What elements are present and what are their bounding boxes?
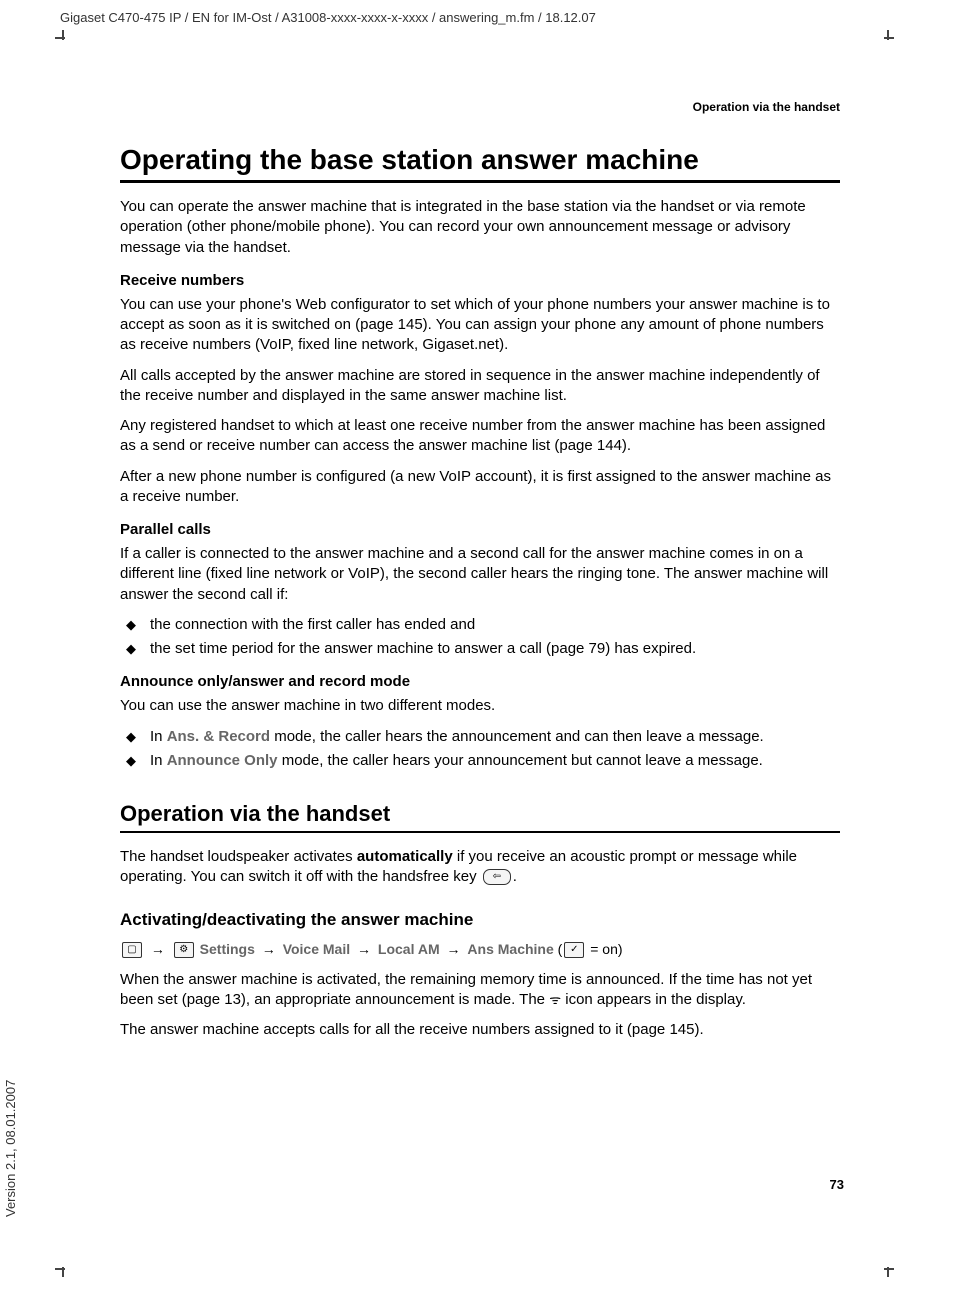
text: mode, the caller hears your announcement… <box>278 752 763 769</box>
menu-item: Settings <box>200 941 255 957</box>
paragraph: You can use the answer machine in two di… <box>120 696 840 716</box>
list-item: In Ans. & Record mode, the caller hears … <box>120 727 840 747</box>
paragraph: The handset loudspeaker activates automa… <box>120 847 840 888</box>
version-label: Version 2.1, 08.01.2007 <box>3 1080 18 1217</box>
list-item: the connection with the first caller has… <box>120 615 840 635</box>
text: = on) <box>586 941 622 957</box>
text: In <box>150 728 167 745</box>
menu-item: Ans Machine <box>467 941 553 957</box>
crop-mark <box>884 1268 894 1270</box>
text: ( <box>558 941 563 957</box>
menu-item: Voice Mail <box>283 941 350 957</box>
mode-label: Announce Only <box>167 752 278 769</box>
heading-3: Activating/deactivating the answer machi… <box>120 910 840 930</box>
running-header: Operation via the handset <box>120 100 840 114</box>
text: The handset loudspeaker activates <box>120 848 357 865</box>
heading-rule <box>120 831 840 833</box>
subhead-receive-numbers: Receive numbers <box>120 272 840 289</box>
menu-navigation: ▢ → ⚙ Settings → Voice Mail → Local AM →… <box>120 938 840 960</box>
subhead-parallel-calls: Parallel calls <box>120 521 840 538</box>
paragraph: You can use your phone's Web configurato… <box>120 295 840 356</box>
mode-label: Ans. & Record <box>167 728 270 745</box>
paragraph: After a new phone number is configured (… <box>120 467 840 508</box>
crop-mark <box>884 37 894 39</box>
list-item: the set time period for the answer machi… <box>120 639 840 659</box>
checkmark-icon: ✓ <box>564 942 584 958</box>
paragraph: If a caller is connected to the answer m… <box>120 544 840 605</box>
paragraph: Any registered handset to which at least… <box>120 416 840 457</box>
handsfree-key-icon: ⇦ <box>483 869 511 885</box>
heading-1: Operating the base station answer machin… <box>120 144 840 176</box>
menu-item: Local AM <box>378 941 440 957</box>
crop-mark <box>62 1267 64 1277</box>
intro-paragraph: You can operate the answer machine that … <box>120 197 840 258</box>
text: In <box>150 752 167 769</box>
text: icon appears in the display. <box>561 991 746 1008</box>
bullet-list: In Ans. & Record mode, the caller hears … <box>120 727 840 772</box>
subhead-modes: Announce only/answer and record mode <box>120 673 840 690</box>
heading-rule <box>120 180 840 183</box>
arrow-icon: → <box>262 941 276 957</box>
bold-text: automatically <box>357 848 453 865</box>
menu-key-icon: ▢ <box>122 942 142 958</box>
heading-2: Operation via the handset <box>120 801 840 827</box>
doc-header-path: Gigaset C470-475 IP / EN for IM-Ost / A3… <box>60 10 596 25</box>
page-number: 73 <box>830 1177 844 1192</box>
crop-mark <box>887 30 889 40</box>
text: . <box>513 868 517 885</box>
arrow-icon: → <box>447 941 461 957</box>
bullet-list: the connection with the first caller has… <box>120 615 840 660</box>
settings-icon: ⚙ <box>174 942 194 958</box>
paragraph: All calls accepted by the answer machine… <box>120 366 840 407</box>
crop-mark <box>62 30 64 40</box>
paragraph: The answer machine accepts calls for all… <box>120 1020 840 1040</box>
arrow-icon: → <box>151 941 165 957</box>
answer-machine-icon: ᯤ <box>549 993 561 1008</box>
paragraph: When the answer machine is activated, th… <box>120 970 840 1011</box>
list-item: In Announce Only mode, the caller hears … <box>120 751 840 771</box>
crop-mark <box>887 1267 889 1277</box>
page-content: Operation via the handset Operating the … <box>120 100 840 1051</box>
arrow-icon: → <box>357 941 371 957</box>
text: mode, the caller hears the announcement … <box>270 728 764 745</box>
